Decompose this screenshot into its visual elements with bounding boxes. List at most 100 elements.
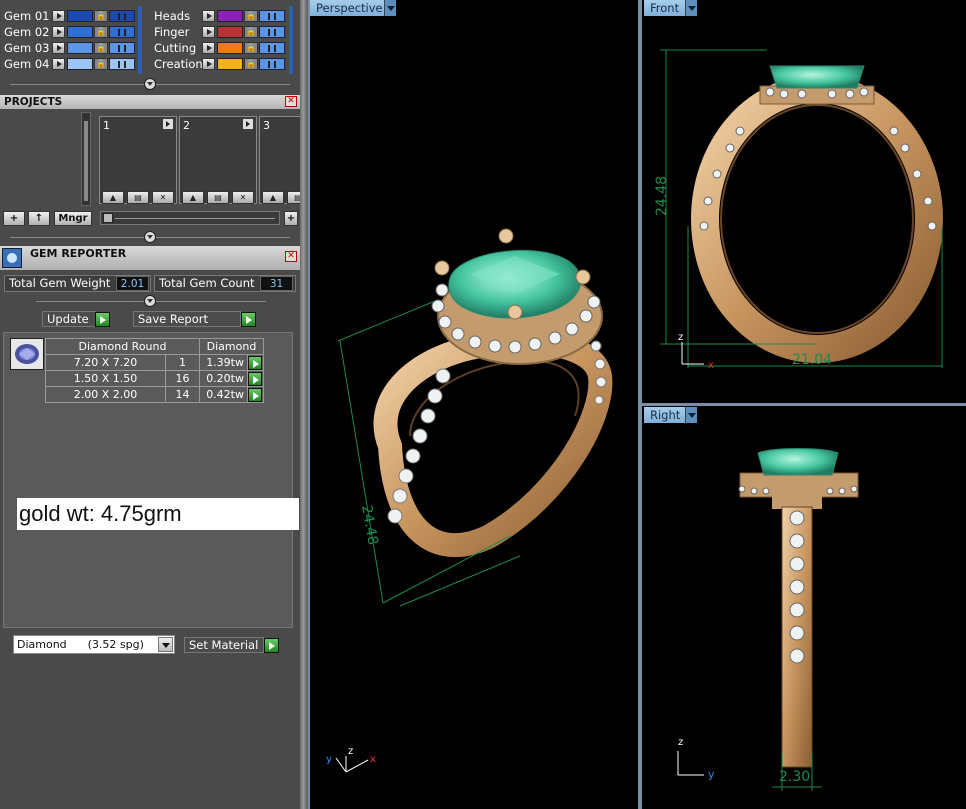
- slider-thumb[interactable]: [103, 213, 113, 223]
- color-swatch[interactable]: [67, 41, 93, 54]
- expand-icon[interactable]: [52, 57, 65, 70]
- save-icon[interactable]: ▤: [287, 191, 300, 204]
- set-material-button[interactable]: [264, 638, 279, 653]
- perspective-viewport[interactable]: 24.48 z x y: [310, 16, 638, 809]
- perspective-viewport-tab[interactable]: Perspective: [310, 0, 396, 16]
- viewport-border[interactable]: [642, 403, 966, 406]
- color-swatch[interactable]: [67, 57, 93, 70]
- zoom-in-button[interactable]: +: [284, 211, 298, 226]
- chevron-down-icon[interactable]: [685, 407, 697, 423]
- metal-row-creation[interactable]: Creation 🔒: [150, 56, 285, 71]
- color-swatch[interactable]: [217, 25, 243, 38]
- right-viewport-tab[interactable]: Right: [644, 407, 697, 423]
- visibility-bar[interactable]: [109, 25, 135, 38]
- lock-icon[interactable]: 🔒: [244, 25, 258, 38]
- expand-icon[interactable]: [202, 57, 215, 70]
- visibility-bar[interactable]: [109, 41, 135, 54]
- scroll-thumb[interactable]: [84, 121, 88, 201]
- close-icon[interactable]: ✕: [285, 251, 297, 262]
- projects-title: PROJECTS: [4, 96, 63, 108]
- select-row-button[interactable]: [247, 370, 264, 387]
- visibility-bar[interactable]: [259, 25, 285, 38]
- color-swatch[interactable]: [67, 9, 93, 22]
- lock-icon[interactable]: 🔒: [244, 57, 258, 70]
- metal-row-finger[interactable]: Finger 🔒: [150, 24, 285, 39]
- visibility-bar[interactable]: [259, 9, 285, 22]
- upload-icon[interactable]: ▲: [262, 191, 284, 204]
- project-slot-1[interactable]: 1 ▲ ▤ ✕: [99, 116, 177, 204]
- color-swatch[interactable]: [217, 9, 243, 22]
- upload-icon[interactable]: ▲: [182, 191, 204, 204]
- expand-icon[interactable]: [202, 41, 215, 54]
- gem-row-04[interactable]: Gem 04 🔒: [0, 56, 135, 71]
- project-slot-3[interactable]: 3 ▲ ▤: [259, 116, 300, 204]
- upload-icon[interactable]: ▲: [102, 191, 124, 204]
- manager-button[interactable]: Mngr: [54, 211, 92, 226]
- projects-header: PROJECTS ✕: [0, 95, 300, 109]
- gem-row-01[interactable]: Gem 01 🔒: [0, 8, 135, 23]
- save-icon[interactable]: ▤: [127, 191, 149, 204]
- table-row[interactable]: 7.20 X 7.20 1 1.39tw: [45, 354, 264, 371]
- gem-row-02[interactable]: Gem 02 🔒: [0, 24, 135, 39]
- chevron-down-icon[interactable]: [384, 0, 396, 16]
- table-row[interactable]: 1.50 X 1.50 16 0.20tw: [45, 370, 264, 387]
- axis-gizmo: z x: [678, 332, 714, 371]
- delete-icon[interactable]: ✕: [232, 191, 254, 204]
- projects-slider[interactable]: [100, 211, 280, 225]
- lock-icon[interactable]: 🔒: [244, 41, 258, 54]
- arrow-right-icon[interactable]: [243, 119, 253, 129]
- metal-row-cutting[interactable]: Cutting 🔒: [150, 40, 285, 55]
- lock-icon[interactable]: 🔒: [244, 9, 258, 22]
- color-swatch[interactable]: [67, 25, 93, 38]
- right-label: Right: [650, 408, 681, 422]
- visibility-bar[interactable]: [259, 57, 285, 70]
- lock-icon[interactable]: 🔒: [94, 9, 108, 22]
- metal-row-heads[interactable]: Heads 🔒: [150, 8, 285, 23]
- front-viewport-tab[interactable]: Front: [644, 0, 697, 16]
- move-up-button[interactable]: ↑: [28, 211, 50, 226]
- arrow-right-icon[interactable]: [163, 119, 173, 129]
- front-height-dimension: 24.48: [654, 176, 670, 216]
- projects-scrollbar[interactable]: [81, 112, 91, 206]
- expand-icon[interactable]: [52, 25, 65, 38]
- collapse-icon[interactable]: [144, 231, 156, 243]
- project-number: 1: [103, 119, 110, 132]
- chevron-down-icon[interactable]: [158, 637, 173, 652]
- add-project-button[interactable]: +: [3, 211, 25, 226]
- update-button[interactable]: [95, 312, 110, 327]
- table-row[interactable]: 2.00 X 2.00 14 0.42tw: [45, 386, 264, 403]
- color-swatch[interactable]: [217, 41, 243, 54]
- panel-splitter[interactable]: [300, 0, 308, 809]
- material-select[interactable]: Diamond (3.52 spg): [13, 635, 175, 654]
- metal-label: Finger: [154, 24, 190, 39]
- metal-label: Heads: [154, 8, 191, 23]
- expand-icon[interactable]: [202, 25, 215, 38]
- gem-row-03[interactable]: Gem 03 🔒: [0, 40, 135, 55]
- select-row-button[interactable]: [247, 354, 264, 371]
- ring-right-model: [738, 448, 859, 768]
- visibility-bar[interactable]: [109, 9, 135, 22]
- lock-icon[interactable]: 🔒: [94, 41, 108, 54]
- visibility-bar[interactable]: [259, 41, 285, 54]
- select-row-button[interactable]: [247, 386, 264, 403]
- delete-icon[interactable]: ✕: [152, 191, 174, 204]
- expand-icon[interactable]: [202, 9, 215, 22]
- project-slot-2[interactable]: 2 ▲ ▤ ✕: [179, 116, 257, 204]
- close-icon[interactable]: ✕: [285, 96, 297, 107]
- column-header-material: Diamond: [199, 338, 264, 355]
- lock-icon[interactable]: 🔒: [94, 25, 108, 38]
- visibility-bar[interactable]: [109, 57, 135, 70]
- collapse-icon[interactable]: [144, 295, 156, 307]
- chevron-down-icon[interactable]: [685, 0, 697, 16]
- gem-qty: 1: [165, 354, 200, 371]
- expand-icon[interactable]: [52, 9, 65, 22]
- collapse-icon[interactable]: [144, 78, 156, 90]
- right-viewport[interactable]: 2.30 z y: [642, 423, 966, 809]
- lock-icon[interactable]: 🔒: [94, 57, 108, 70]
- color-swatch[interactable]: [217, 57, 243, 70]
- front-viewport[interactable]: 24.48 21.04 z x: [642, 16, 966, 403]
- material-select-value: Diamond (3.52 spg): [17, 638, 144, 651]
- save-icon[interactable]: ▤: [207, 191, 229, 204]
- save-report-button[interactable]: [241, 312, 256, 327]
- expand-icon[interactable]: [52, 41, 65, 54]
